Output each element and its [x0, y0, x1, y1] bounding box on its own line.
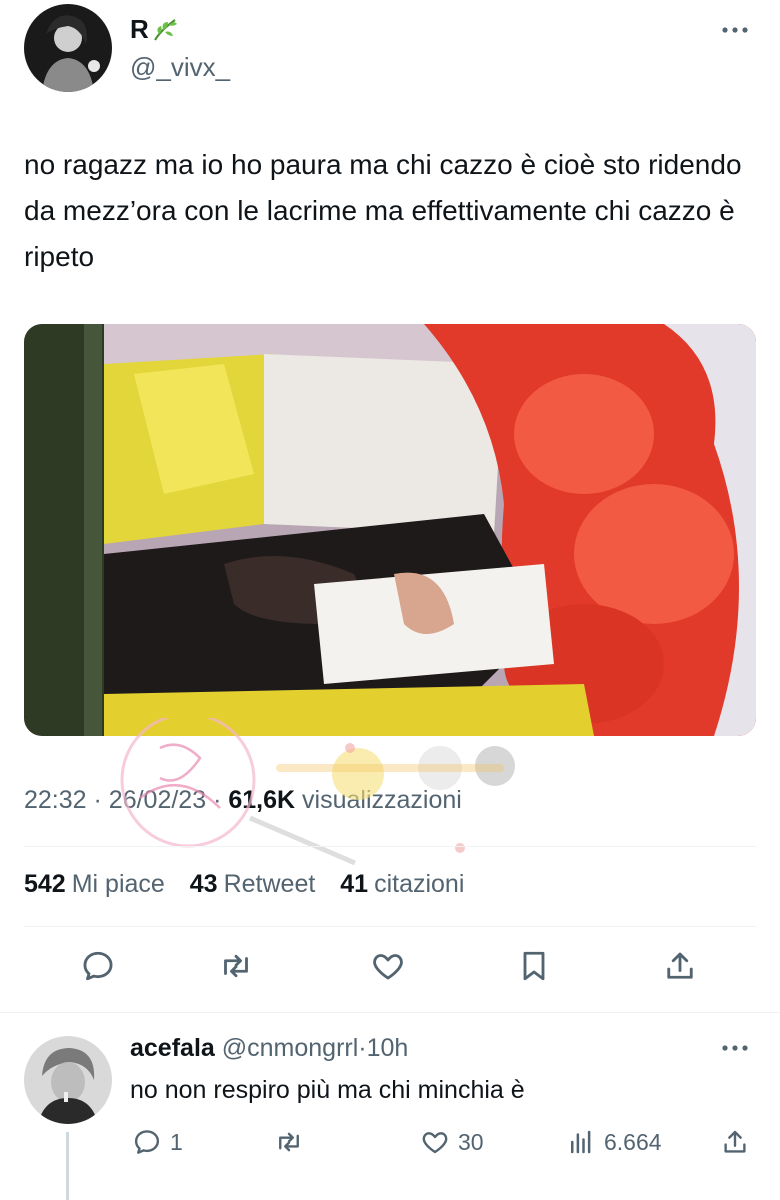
bookmark-icon[interactable]: [512, 944, 556, 988]
views-count: 61,6K: [228, 786, 296, 814]
author-display-name[interactable]: R: [130, 14, 179, 45]
like-icon[interactable]: [366, 944, 410, 988]
reply-like-button[interactable]: 30: [420, 1124, 484, 1160]
reply-more-options-icon[interactable]: [720, 1040, 750, 1058]
reply-header: acefala @cnmongrrl·10h: [130, 1034, 408, 1063]
tweet-date[interactable]: 26/02/23: [109, 786, 206, 814]
tweet-time[interactable]: 22:32: [24, 786, 87, 814]
retweet-icon: [279, 1132, 299, 1152]
separator-dot: ·: [358, 1034, 367, 1062]
reply-share-button[interactable]: [720, 1124, 750, 1160]
views-count: 6.664: [604, 1128, 662, 1155]
separator-dot: ·: [213, 786, 222, 814]
section-divider: [0, 1012, 780, 1013]
leaf-emoji-icon: [151, 16, 179, 44]
reply-icon: [134, 1130, 160, 1154]
reply-author-avatar[interactable]: [24, 1036, 112, 1124]
author-name-text: R: [130, 14, 149, 44]
retweet-icon[interactable]: [214, 944, 258, 988]
tweet-action-bar: [0, 944, 780, 994]
more-options-icon[interactable]: [720, 22, 750, 40]
like-count: 30: [458, 1128, 484, 1155]
share-icon: [724, 1130, 746, 1153]
reply-action-bar: 1 30 6.664: [0, 1124, 780, 1164]
like-icon: [422, 1132, 448, 1154]
reply-icon[interactable]: [76, 944, 120, 988]
views-chart-icon: [571, 1130, 591, 1154]
reply-reply-button[interactable]: 1: [132, 1124, 183, 1160]
tweet-media-image[interactable]: [24, 324, 756, 736]
tweet-stats: 542 Mi piace 43 Retweet 41 citazioni: [24, 870, 482, 899]
divider: [24, 926, 756, 927]
reply-views-button[interactable]: 6.664: [566, 1124, 662, 1160]
reply-author-name[interactable]: acefala: [130, 1034, 215, 1062]
reply-text: no non respiro più ma chi minchia è: [130, 1076, 525, 1104]
reply-time[interactable]: 10h: [367, 1034, 409, 1062]
reply-count: 1: [170, 1128, 183, 1155]
author-avatar[interactable]: [24, 4, 112, 92]
reply-author-handle[interactable]: @cnmongrrl: [222, 1034, 359, 1062]
likes-stat[interactable]: 542 Mi piace: [24, 870, 165, 898]
tweet-timestamp-views: 22:32 · 26/02/23 · 61,6K visualizzazioni: [24, 786, 462, 815]
quotes-stat[interactable]: 41 citazioni: [340, 870, 464, 898]
views-label: visualizzazioni: [302, 786, 462, 814]
reply-retweet-button[interactable]: [274, 1124, 304, 1160]
author-handle[interactable]: @_vivx_: [130, 52, 230, 83]
tweet-text: no ragazz ma io ho paura ma chi cazzo è …: [24, 149, 742, 272]
retweets-stat[interactable]: 43 Retweet: [190, 870, 316, 898]
share-icon[interactable]: [658, 944, 702, 988]
separator-dot: ·: [93, 786, 102, 814]
divider: [24, 846, 756, 847]
